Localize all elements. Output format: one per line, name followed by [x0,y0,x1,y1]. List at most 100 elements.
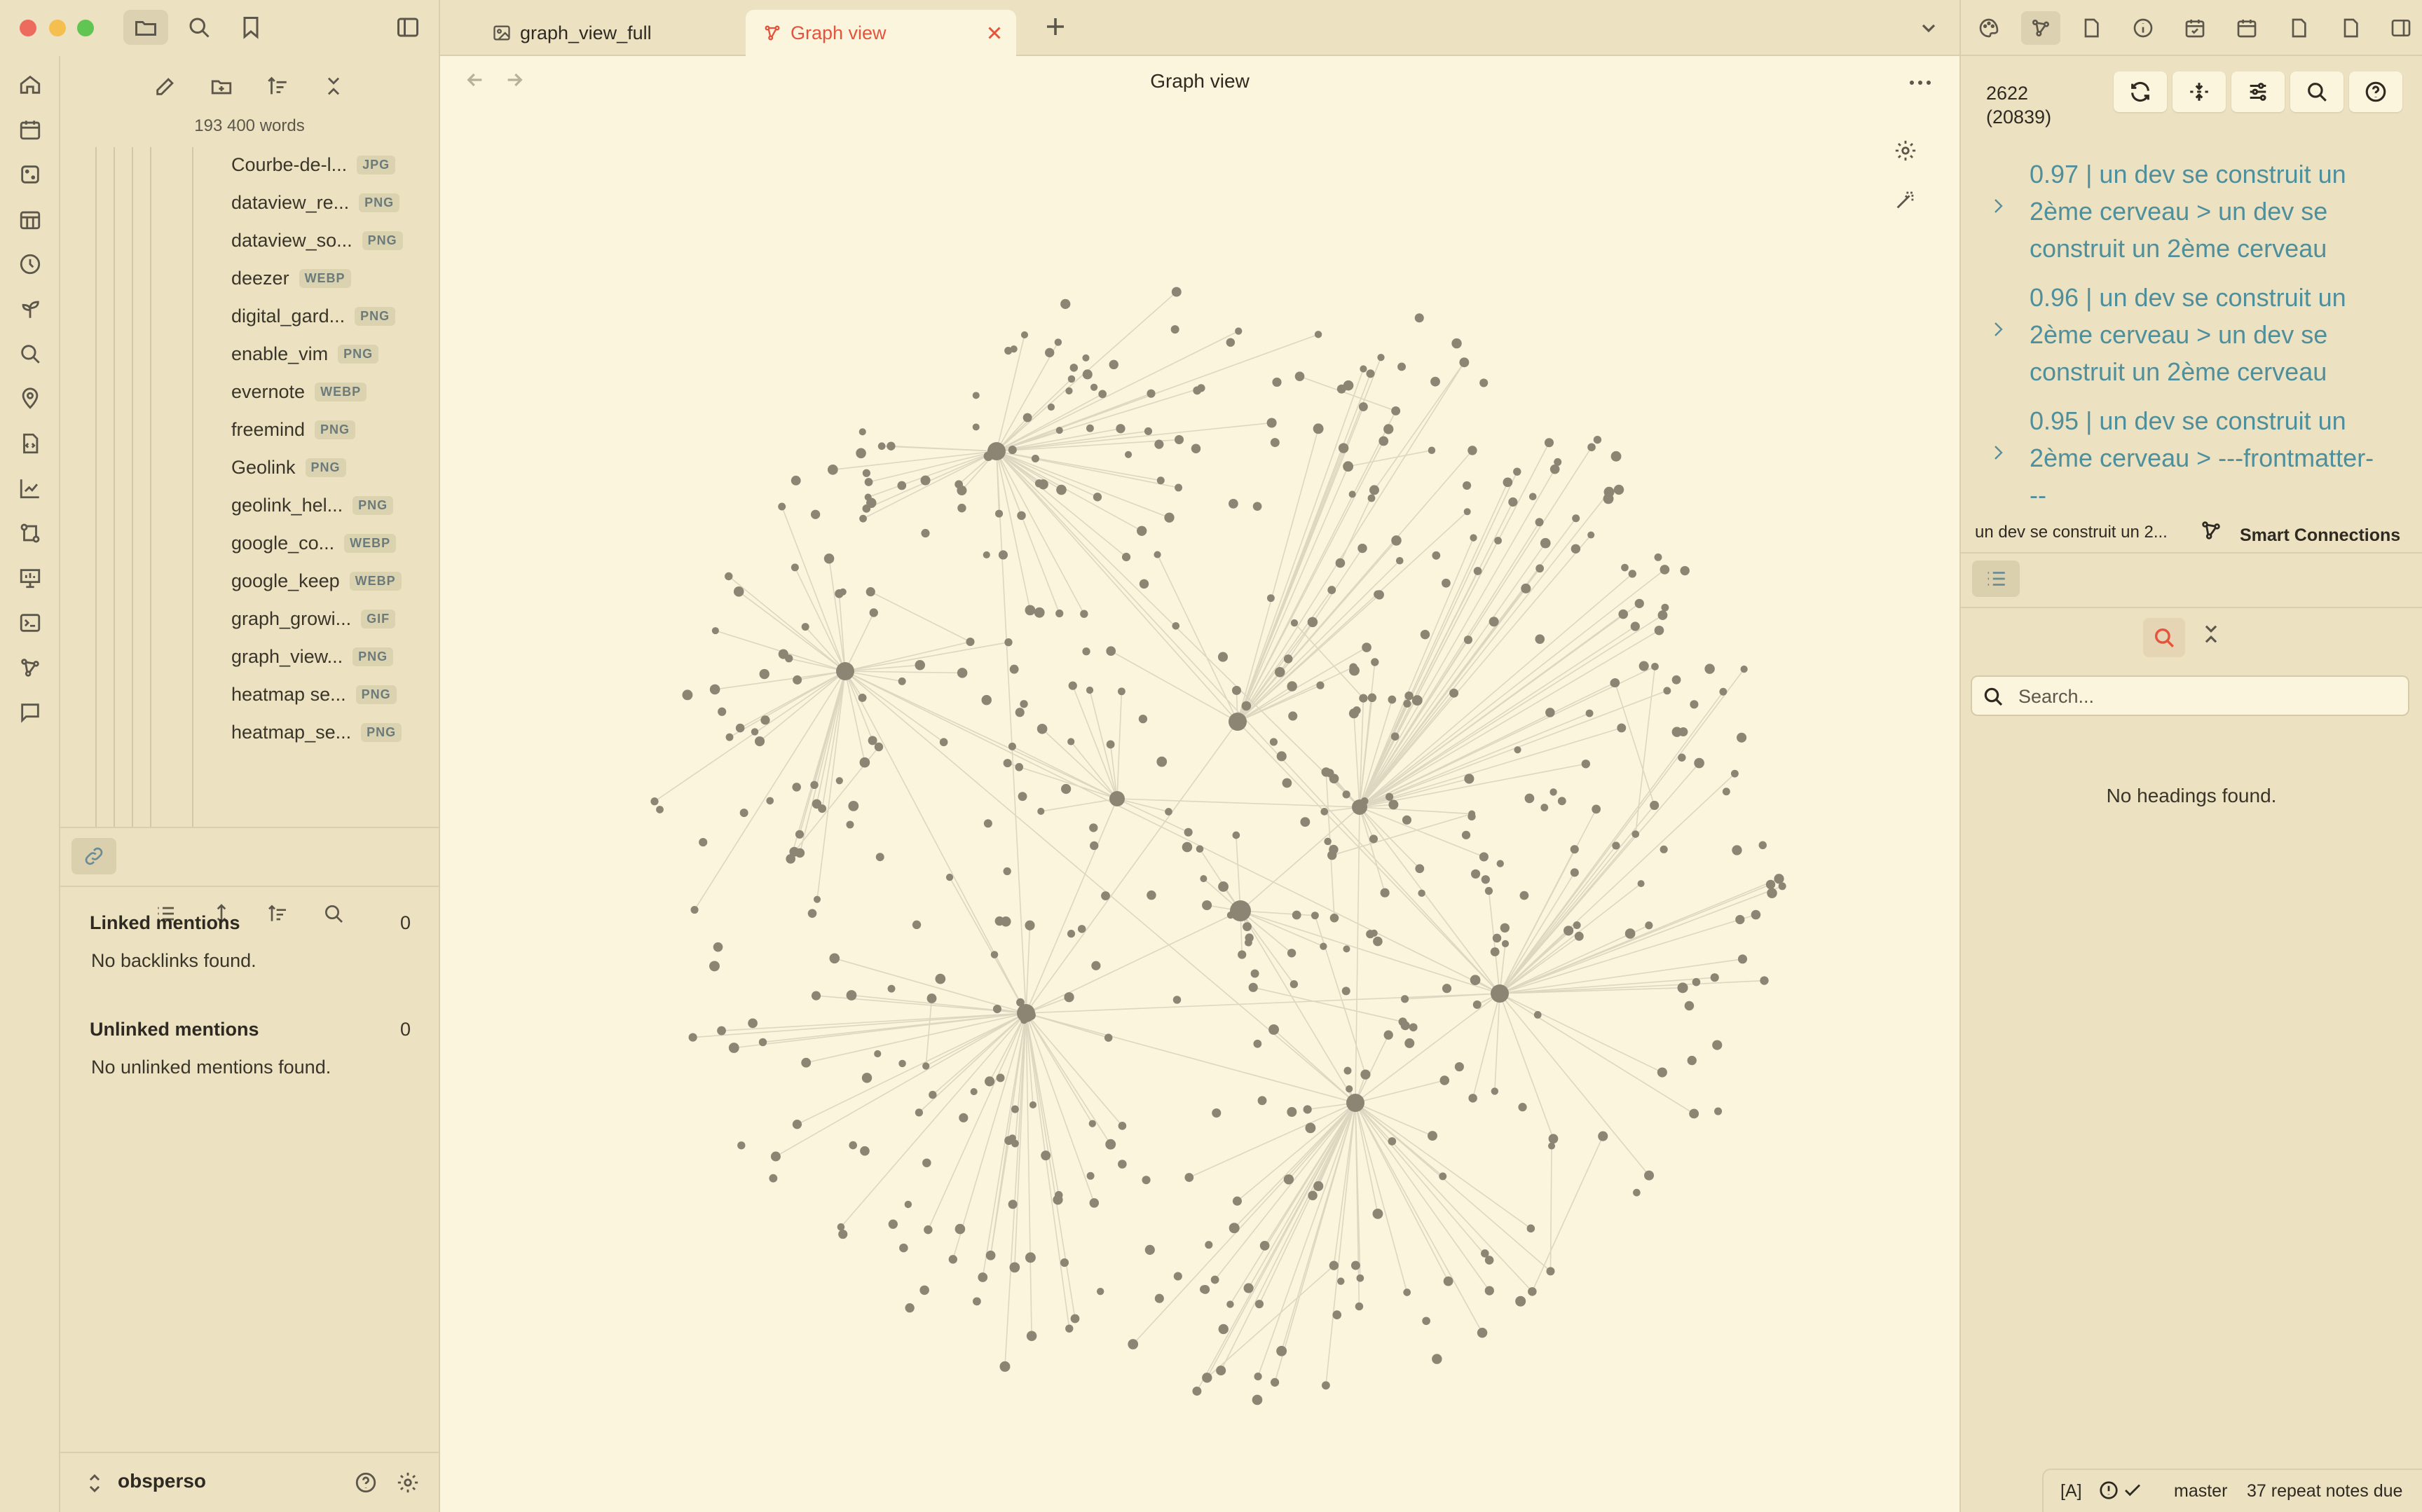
graph-node[interactable] [1232,831,1240,839]
file-item[interactable]: heatmap se... PNG [231,677,397,712]
graph-node[interactable] [1513,467,1521,476]
graph-node[interactable] [1184,827,1193,837]
graph-node[interactable] [983,819,992,828]
graph-node[interactable] [1544,438,1554,448]
graph-node[interactable] [1216,1366,1226,1376]
graph-node[interactable] [1473,567,1482,575]
graph-node[interactable] [846,990,857,1001]
graph-node[interactable] [981,694,992,706]
graph-node[interactable] [1598,1131,1608,1141]
graph-node[interactable] [1732,845,1742,855]
graph-node[interactable] [1015,763,1024,771]
graph-node[interactable] [1045,348,1055,357]
graph-node[interactable] [1680,565,1690,576]
graph-node[interactable] [1020,331,1029,338]
graph-node[interactable] [793,675,802,685]
graph-node[interactable] [1461,830,1471,839]
graph-node[interactable] [995,509,1004,518]
graph-node[interactable] [1628,570,1636,578]
graph-node[interactable] [1740,665,1748,673]
right-tab-file-2[interactable] [2279,11,2318,45]
file-item[interactable]: geolink_hel... PNG [231,488,394,523]
graph-node[interactable] [1235,327,1243,335]
graph-node[interactable] [1003,759,1012,768]
graph-node[interactable] [957,668,968,678]
ribbon-map-button[interactable] [14,383,46,415]
file-item[interactable]: enable_vim PNG [231,336,379,371]
bookmarks-button[interactable] [228,10,273,45]
outline-collapse-button[interactable] [2199,622,2230,653]
graph-node[interactable] [1378,436,1389,446]
graph-node[interactable] [1603,493,1614,504]
graph-node[interactable] [1009,664,1019,674]
graph-node[interactable] [1490,947,1500,956]
collapse-all-button[interactable] [316,69,351,104]
ribbon-recent-button[interactable] [14,248,46,280]
graph-node[interactable] [837,1223,845,1231]
graph-node[interactable] [1343,380,1354,391]
right-tab-smart-connections[interactable] [2021,11,2060,45]
graph-node[interactable] [1464,774,1475,784]
graph-node[interactable] [1034,479,1044,488]
graph-node[interactable] [1082,369,1093,380]
graph-node[interactable] [1086,424,1094,432]
expand-result-button[interactable] [1990,193,2010,219]
graph-node[interactable] [1017,1004,1035,1022]
graph-node[interactable] [1090,841,1099,851]
graph-node[interactable] [1320,942,1327,950]
graph-node[interactable] [1316,681,1325,689]
graph-node[interactable] [920,475,931,486]
graph-node[interactable] [1248,982,1258,992]
graph-node[interactable] [1009,1262,1020,1273]
unlinked-mentions-header[interactable]: Unlinked mentions 0 [90,1019,411,1040]
graph-node[interactable] [795,848,805,858]
graph-node[interactable] [1650,800,1660,810]
graph-node[interactable] [1618,609,1629,619]
graph-node[interactable] [1067,375,1076,383]
graph-node[interactable] [1174,435,1184,445]
graph-node[interactable] [1308,1190,1318,1201]
graph-node[interactable] [1268,1024,1280,1035]
graph-node[interactable] [859,757,870,768]
graph-node[interactable] [1154,439,1164,449]
graph-node[interactable] [1003,867,1011,876]
graph-node[interactable] [1313,1181,1324,1191]
graph-node[interactable] [1409,1023,1418,1032]
graph-node[interactable] [1481,875,1490,884]
graph-node[interactable] [1300,817,1311,827]
graph-node[interactable] [737,1141,746,1150]
expand-result-button[interactable] [1990,440,2010,465]
graph-node[interactable] [1202,900,1212,910]
graph-node[interactable] [1587,443,1596,452]
graph-node[interactable] [1535,518,1544,527]
graph-node[interactable] [1350,1260,1360,1270]
graph-node[interactable] [868,736,877,745]
graph-node[interactable] [1503,477,1513,488]
graph-node[interactable] [1557,797,1566,806]
graph-node[interactable] [983,551,990,558]
graph-node[interactable] [1349,663,1357,671]
graph-node[interactable] [1366,930,1375,939]
right-tab-calendar[interactable] [2227,11,2266,45]
connection-result-text[interactable]: 0.95 | un dev se construit un 2ème cerve… [2030,402,2380,514]
graph-node[interactable] [874,742,884,752]
graph-node[interactable] [1314,331,1322,338]
graph-node[interactable] [1182,841,1193,853]
graph-node[interactable] [1462,481,1472,490]
graph-node[interactable] [1360,1069,1371,1080]
graph-node[interactable] [1549,788,1557,796]
graph-node[interactable] [905,1303,915,1313]
graph-node[interactable] [1106,646,1116,657]
file-item[interactable]: digital_gard... PNG [231,298,396,334]
git-branch[interactable]: master [2174,1481,2227,1501]
graph-node[interactable] [973,1297,981,1306]
graph-node[interactable] [754,736,765,747]
graph-node[interactable] [1735,914,1745,925]
graph-node[interactable] [1034,607,1045,618]
graph-node[interactable] [1386,792,1394,801]
graph-node[interactable] [1630,621,1640,631]
graph-node[interactable] [1358,402,1368,411]
graph-node[interactable] [1047,403,1055,411]
graph-node[interactable] [1138,714,1148,724]
graph-node[interactable] [1294,371,1305,382]
